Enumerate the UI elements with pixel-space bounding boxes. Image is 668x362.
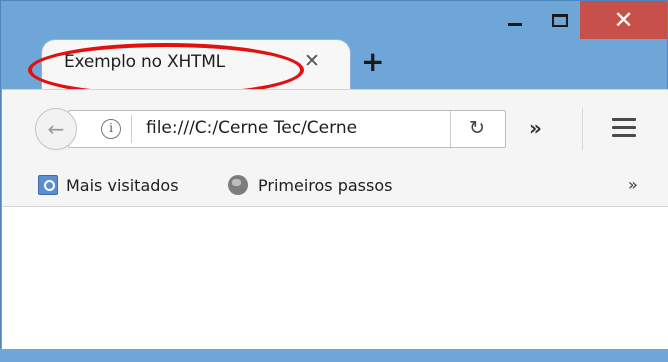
window-bottom-frame [0, 349, 668, 362]
back-button[interactable]: ← [35, 108, 77, 150]
toolbar-separator [582, 108, 583, 150]
tab-close-icon[interactable]: ✕ [304, 50, 320, 72]
maximize-button[interactable] [540, 1, 580, 39]
page-content [2, 207, 668, 350]
close-icon: ✕ [613, 6, 634, 34]
reload-separator [450, 111, 451, 149]
search-icon [38, 175, 58, 195]
bookmarks-overflow-button[interactable]: » [628, 175, 638, 194]
navigation-toolbar: i file:///C:/Cerne Tec/Cerne ↻ ← » [2, 89, 668, 165]
browser-window: ✕ Exemplo no XHTML ✕ + i file:///C:/Cern… [0, 0, 668, 362]
bookmark-primeiros-passos[interactable]: Primeiros passos [228, 175, 392, 195]
reload-icon[interactable]: ↻ [469, 117, 485, 139]
close-window-button[interactable]: ✕ [580, 1, 667, 39]
bookmark-label: Primeiros passos [258, 175, 393, 195]
url-bar[interactable]: i file:///C:/Cerne Tec/Cerne ↻ [68, 110, 506, 149]
minimize-icon [508, 22, 522, 26]
bookmark-mais-visitados[interactable]: Mais visitados [38, 175, 179, 195]
minimize-button[interactable] [490, 1, 540, 39]
new-tab-button[interactable]: + [361, 45, 384, 78]
hamburger-menu-icon[interactable] [612, 118, 636, 142]
title-bar: ✕ Exemplo no XHTML ✕ + [1, 1, 667, 97]
info-icon[interactable]: i [101, 119, 121, 139]
toolbar-overflow-button[interactable]: » [529, 116, 542, 140]
globe-icon [228, 175, 248, 195]
url-separator [131, 115, 132, 143]
maximize-icon [552, 13, 568, 27]
bookmark-label: Mais visitados [66, 175, 179, 195]
bookmarks-toolbar: Mais visitados Primeiros passos » [2, 165, 668, 207]
url-input[interactable]: file:///C:/Cerne Tec/Cerne [146, 118, 446, 138]
back-arrow-icon: ← [47, 117, 65, 141]
